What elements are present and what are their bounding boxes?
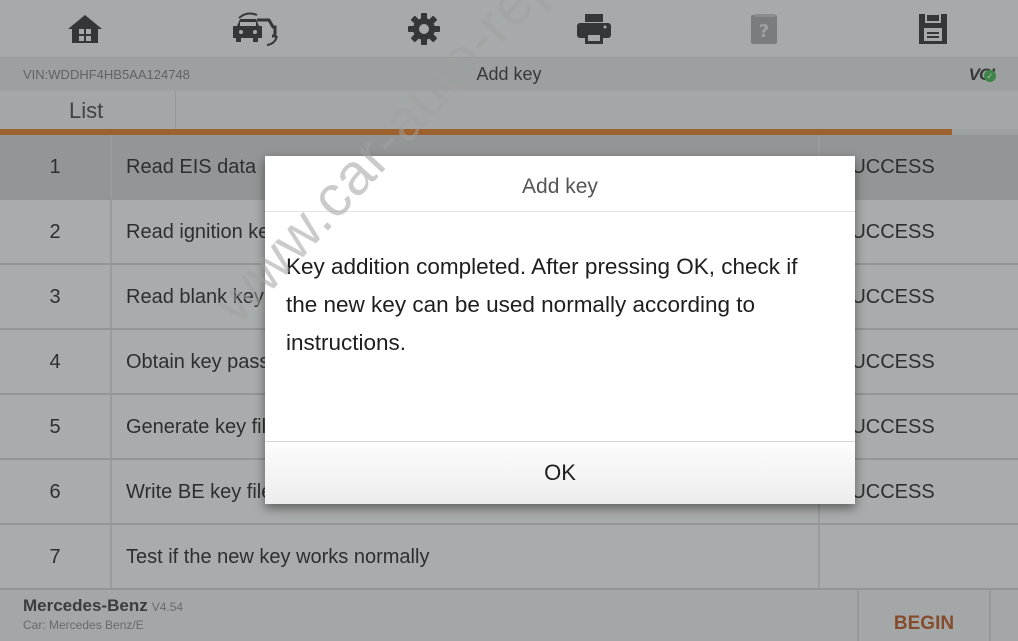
dialog-title: Add key (265, 156, 855, 212)
add-key-dialog: Add key Key addition completed. After pr… (265, 156, 855, 504)
dialog-message: Key addition completed. After pressing O… (286, 254, 798, 355)
ok-button[interactable]: OK (265, 441, 855, 504)
